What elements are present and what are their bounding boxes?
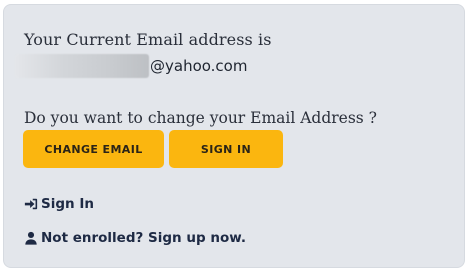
current-email: @yahoo.com: [15, 53, 247, 79]
sign-up-link[interactable]: Not enrolled? Sign up now.: [24, 230, 246, 246]
sign-up-link-label: Not enrolled? Sign up now.: [41, 230, 246, 246]
sign-in-link-label: Sign In: [41, 196, 94, 212]
account-panel: Your Current Email address is @yahoo.com…: [3, 4, 465, 268]
change-email-button[interactable]: CHANGE EMAIL: [23, 130, 164, 168]
redacted-email-local-part: [15, 54, 149, 78]
sign-in-link[interactable]: Sign In: [24, 196, 94, 212]
sign-in-button[interactable]: SIGN IN: [169, 130, 283, 168]
user-icon: [24, 231, 38, 245]
email-domain: @yahoo.com: [150, 57, 248, 75]
sign-in-icon: [24, 197, 38, 211]
current-email-label: Your Current Email address is: [24, 30, 272, 49]
change-email-prompt: Do you want to change your Email Address…: [24, 109, 377, 127]
